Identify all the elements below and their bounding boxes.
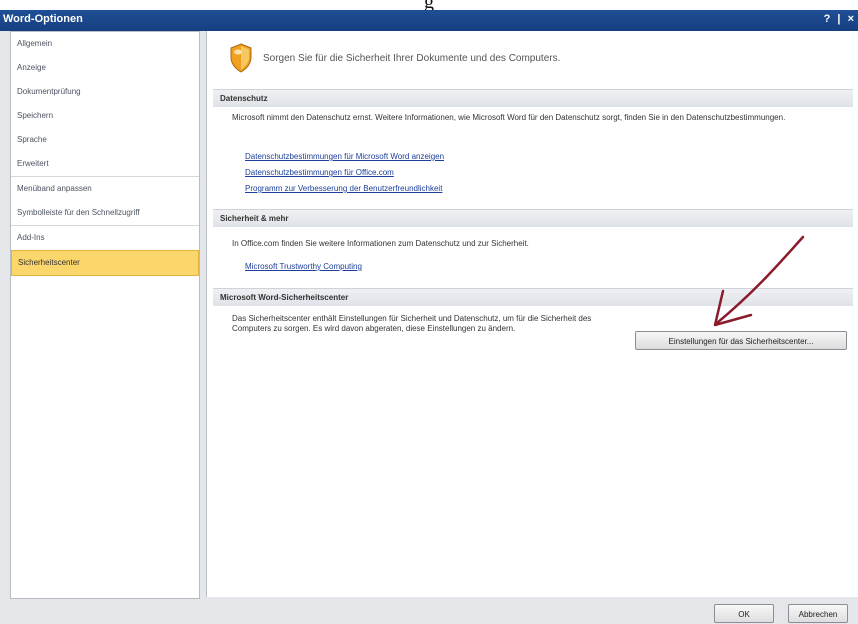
privacy-description: Microsoft nimmt den Datenschutz ernst. W… bbox=[232, 113, 786, 122]
ok-button[interactable]: OK bbox=[714, 604, 774, 623]
trust-center-settings-button[interactable]: Einstellungen für das Sicherheitscenter.… bbox=[635, 331, 847, 350]
sidebar-item-dokumentpruefung[interactable]: Dokumentprüfung bbox=[11, 80, 199, 104]
section-header-sicherheit: Sicherheit & mehr bbox=[213, 209, 853, 227]
title-bar-buttons[interactable]: ? | × bbox=[824, 13, 856, 25]
sidebar-item-speichern[interactable]: Speichern bbox=[11, 104, 199, 128]
cancel-button[interactable]: Abbrechen bbox=[788, 604, 848, 623]
content-panel: Sorgen Sie für die Sicherheit Ihrer Doku… bbox=[206, 31, 858, 597]
sidebar-item-menueband[interactable]: Menüband anpassen bbox=[11, 176, 199, 201]
link-privacy-word[interactable]: Datenschutzbestimmungen für Microsoft Wo… bbox=[245, 152, 444, 161]
sidebar-item-allgemein[interactable]: Allgemein bbox=[11, 32, 199, 56]
link-trustworthy-computing[interactable]: Microsoft Trustworthy Computing bbox=[245, 262, 362, 271]
window-title: Word-Optionen bbox=[3, 13, 83, 25]
sidebar-item-erweitert[interactable]: Erweitert bbox=[11, 152, 199, 176]
options-dialog: Allgemein Anzeige Dokumentprüfung Speich… bbox=[0, 31, 858, 624]
sidebar-item-anzeige[interactable]: Anzeige bbox=[11, 56, 199, 80]
sidebar-item-add-ins[interactable]: Add-Ins bbox=[11, 225, 199, 250]
trust-center-description: Das Sicherheitscenter enthält Einstellun… bbox=[232, 314, 592, 333]
title-bar: Word-Optionen ? | × bbox=[0, 10, 858, 31]
annotation-arrow-icon bbox=[713, 235, 805, 327]
sidebar-item-schnellzugriff[interactable]: Symbolleiste für den Schnellzugriff bbox=[11, 201, 199, 225]
link-ceip[interactable]: Programm zur Verbesserung der Benutzerfr… bbox=[245, 184, 442, 193]
sidebar-item-sicherheitscenter[interactable]: Sicherheitscenter bbox=[11, 250, 199, 276]
page-title: Sorgen Sie für die Sicherheit Ihrer Doku… bbox=[263, 53, 561, 64]
link-privacy-office[interactable]: Datenschutzbestimmungen für Office.com bbox=[245, 168, 394, 177]
sidebar-item-sprache[interactable]: Sprache bbox=[11, 128, 199, 152]
section-header-datenschutz: Datenschutz bbox=[213, 89, 853, 107]
shield-icon bbox=[230, 43, 252, 73]
sidebar: Allgemein Anzeige Dokumentprüfung Speich… bbox=[10, 31, 200, 599]
